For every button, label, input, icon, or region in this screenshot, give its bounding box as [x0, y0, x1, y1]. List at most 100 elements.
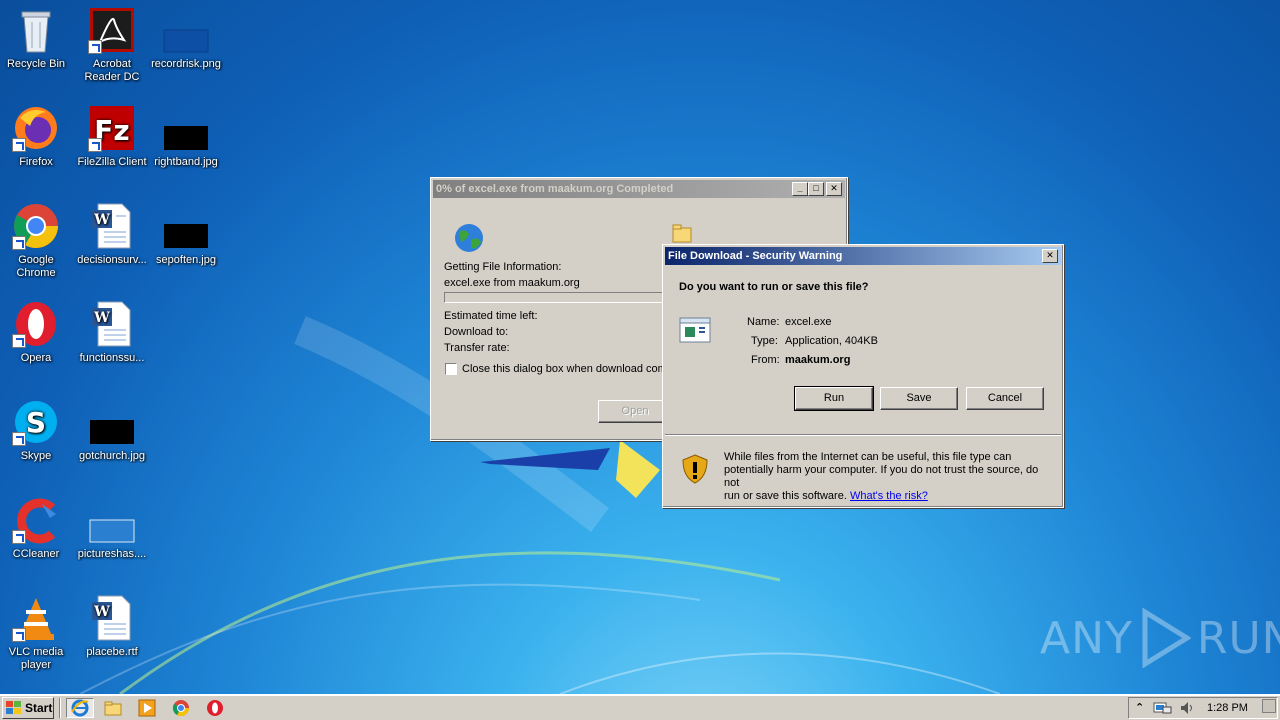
name-label: Name:	[747, 316, 780, 328]
desktop-icon-label: Google Chrome	[16, 254, 56, 279]
globe-icon	[453, 222, 485, 257]
show-desktop-button[interactable]	[1262, 699, 1276, 713]
desktop-icon-rightband[interactable]: rightband.jpg	[148, 104, 224, 169]
security-dialog-titlebar[interactable]: File Download - Security Warning ✕	[665, 247, 1061, 265]
desktop-icon-label: VLC media player	[8, 646, 64, 671]
desktop-icon-recordrisk[interactable]: recordrisk.png	[148, 6, 224, 71]
svg-text:W: W	[93, 212, 110, 228]
image-thumbnail-icon	[162, 104, 210, 152]
desktop-icon-sepoften[interactable]: sepoften.jpg	[148, 202, 224, 267]
filezilla-icon: Fz	[88, 104, 136, 152]
opera-icon	[207, 700, 223, 716]
desktop-icon-functionssu[interactable]: W functionssu...	[74, 300, 150, 365]
media-player-icon	[138, 699, 156, 717]
cancel-button[interactable]: Cancel	[966, 387, 1044, 410]
desktop-icon-pictureshas[interactable]: pictureshas....	[74, 496, 150, 561]
desktop-icon-label: recordrisk.png	[151, 58, 221, 70]
image-thumbnail-icon	[162, 202, 210, 250]
start-label: Start	[25, 701, 53, 715]
anyrun-watermark: ANY RUN	[1040, 608, 1280, 668]
shortcut-arrow-icon	[12, 334, 26, 348]
desktop-icon-label: Skype	[20, 450, 52, 462]
vlc-icon	[12, 594, 60, 642]
taskbar-chrome[interactable]	[170, 698, 192, 718]
security-dialog-title: File Download - Security Warning	[668, 250, 843, 262]
estimated-time-label: Estimated time left:	[444, 310, 538, 322]
desktop-icon-firefox[interactable]: Firefox	[0, 104, 74, 169]
desktop-icon-label: Acrobat Reader DC	[84, 58, 140, 83]
close-button[interactable]: ✕	[826, 182, 842, 196]
opera-icon	[12, 300, 60, 348]
close-button[interactable]: ✕	[1042, 249, 1058, 263]
maximize-button[interactable]: □	[808, 182, 824, 196]
download-to-label: Download to:	[444, 326, 509, 338]
svg-text:W: W	[93, 604, 110, 620]
close-when-done-checkbox[interactable]	[445, 363, 457, 375]
skype-icon: S	[12, 398, 60, 446]
taskbar-separator	[59, 698, 61, 718]
desktop-icon-placebe[interactable]: W placebe.rtf	[74, 594, 150, 659]
type-label: Type:	[751, 335, 778, 347]
security-warning-dialog: File Download - Security Warning ✕ Do yo…	[662, 244, 1064, 508]
taskbar-opera[interactable]	[204, 698, 226, 718]
recycle-bin-icon	[12, 6, 60, 54]
folder-icon	[104, 701, 122, 716]
chrome-icon	[12, 202, 60, 250]
taskbar-clock[interactable]: 1:28 PM	[1207, 702, 1248, 714]
desktop-icon-label: Recycle Bin	[6, 58, 66, 70]
start-button[interactable]: Start	[2, 697, 54, 719]
application-file-icon	[679, 317, 711, 346]
warning-text-line: While files from the Internet can be use…	[724, 451, 1012, 463]
word-document-icon: W	[88, 300, 136, 348]
taskbar-file-explorer[interactable]	[102, 698, 124, 718]
desktop-icon-label: gotchurch.jpg	[78, 450, 146, 462]
run-button[interactable]: Run	[794, 386, 874, 411]
desktop-icon-label: FileZilla Client	[77, 156, 147, 168]
open-button[interactable]: Open	[598, 400, 672, 423]
watermark-text: RUN	[1196, 612, 1280, 664]
warning-text-line: run or save this software.	[724, 490, 847, 502]
desktop-icon-filezilla[interactable]: Fz FileZilla Client	[74, 104, 150, 169]
dialog-divider	[665, 434, 1061, 436]
shortcut-arrow-icon	[12, 432, 26, 446]
taskbar-media-player[interactable]	[136, 698, 158, 718]
minimize-button[interactable]: _	[792, 182, 808, 196]
shortcut-arrow-icon	[12, 138, 26, 152]
desktop-icon-label: pictureshas....	[77, 548, 147, 560]
getting-info-label: Getting File Information:	[444, 261, 562, 273]
file-from-label: excel.exe from maakum.org	[444, 277, 580, 289]
download-window-title: 0% of excel.exe from maakum.org Complete…	[436, 183, 674, 195]
run-or-save-question: Do you want to run or save this file?	[679, 281, 869, 293]
desktop-icon-skype[interactable]: S Skype	[0, 398, 74, 463]
show-hidden-icons-chevron-icon[interactable]: ⌃	[1135, 701, 1144, 714]
desktop-icon-ccleaner[interactable]: CCleaner	[0, 496, 74, 561]
download-progress-bar	[444, 292, 679, 303]
desktop-icon-acrobat-reader[interactable]: Acrobat Reader DC	[74, 6, 150, 84]
network-icon[interactable]	[1157, 703, 1173, 717]
desktop-icon-recycle-bin[interactable]: Recycle Bin	[0, 6, 74, 71]
save-button[interactable]: Save	[880, 387, 958, 410]
desktop-icon-label: CCleaner	[12, 548, 60, 560]
system-tray: ⌃ 1:28 PM	[1128, 697, 1278, 719]
acrobat-icon	[88, 6, 136, 54]
chrome-icon	[172, 700, 190, 717]
desktop-icon-opera[interactable]: Opera	[0, 300, 74, 365]
download-window-titlebar[interactable]: 0% of excel.exe from maakum.org Complete…	[433, 180, 845, 198]
word-document-icon: W	[88, 594, 136, 642]
whats-the-risk-link[interactable]: What's the risk?	[850, 490, 928, 502]
shortcut-arrow-icon	[88, 138, 102, 152]
desktop-icon-decisionsurv[interactable]: W decisionsurv...	[74, 202, 150, 267]
internet-explorer-icon	[71, 699, 89, 717]
shortcut-arrow-icon	[12, 236, 26, 250]
desktop-icon-google-chrome[interactable]: Google Chrome	[0, 202, 74, 280]
shortcut-arrow-icon	[88, 40, 102, 54]
desktop-icon-gotchurch[interactable]: gotchurch.jpg	[74, 398, 150, 463]
play-logo-icon	[1142, 608, 1191, 668]
image-thumbnail-icon	[162, 6, 210, 54]
desktop-icon-vlc[interactable]: VLC media player	[0, 594, 74, 672]
from-label: From:	[751, 354, 780, 366]
desktop-icon-label: decisionsurv...	[77, 254, 147, 266]
taskbar-internet-explorer[interactable]	[66, 698, 94, 718]
volume-icon[interactable]	[1179, 701, 1195, 715]
from-value: maakum.org	[785, 354, 851, 366]
